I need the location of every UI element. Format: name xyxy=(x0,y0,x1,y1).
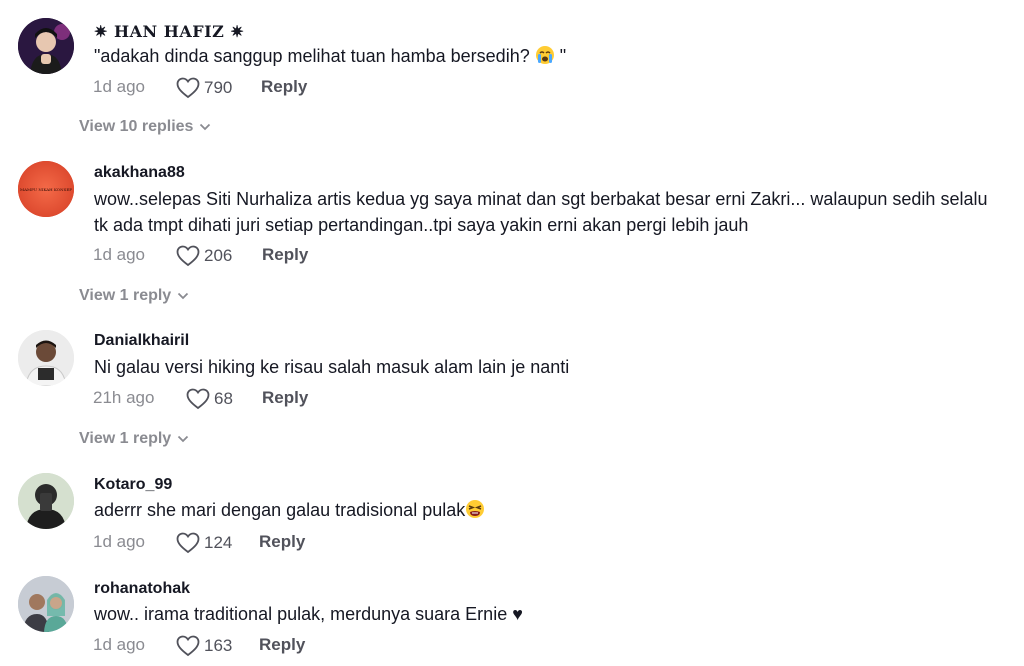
reply-button[interactable]: Reply xyxy=(259,532,305,552)
like-button[interactable]: 163 xyxy=(176,635,232,657)
comment-text: "adakah dinda sanggup melihat tuan hamba… xyxy=(94,43,1004,72)
like-count: 790 xyxy=(204,78,233,97)
like-count: 163 xyxy=(204,636,233,655)
like-button[interactable]: 790 xyxy=(176,77,232,99)
view-replies-label: View 1 reply xyxy=(79,430,172,447)
like-count: 124 xyxy=(204,533,233,552)
view-replies-label: View 10 replies xyxy=(79,118,194,135)
heart-outline-icon xyxy=(186,388,210,410)
heart-outline-icon xyxy=(176,77,200,99)
crying-face-emoji-icon xyxy=(535,45,555,72)
reply-button[interactable]: Reply xyxy=(261,77,307,97)
comment-time: 1d ago xyxy=(93,245,145,264)
avatar[interactable]: MAMPU NIKAH KONSEP xyxy=(18,161,74,217)
heart-outline-icon xyxy=(176,245,200,267)
comment-time: 21h ago xyxy=(93,388,155,407)
comment-text: aderrr she mari dengan galau tradisional… xyxy=(94,497,1004,526)
chevron-down-icon xyxy=(200,123,211,131)
comment-time: 1d ago xyxy=(93,635,145,654)
comment-text-tail: " xyxy=(554,46,567,66)
like-count: 206 xyxy=(204,246,233,265)
like-button[interactable]: 206 xyxy=(176,245,232,267)
avatar[interactable] xyxy=(18,330,74,386)
comment-text-body: "adakah dinda sanggup melihat tuan hamba… xyxy=(94,46,535,66)
avatar[interactable] xyxy=(18,473,74,529)
chevron-down-icon xyxy=(178,292,189,300)
reply-button[interactable]: Reply xyxy=(259,635,305,655)
comment-text: Ni galau versi hiking ke risau salah mas… xyxy=(94,357,570,377)
chevron-down-icon xyxy=(178,435,189,443)
comment-text-body: aderrr she mari dengan galau tradisional… xyxy=(94,500,466,520)
comment-username[interactable]: Danialkhairil xyxy=(94,332,189,350)
comment-username[interactable]: rohanatohak xyxy=(94,580,190,598)
comment-time: 1d ago xyxy=(93,532,145,551)
heart-outline-icon xyxy=(176,532,200,554)
comment-text: wow.. irama traditional pulak, merdunya … xyxy=(94,604,523,624)
avatar[interactable] xyxy=(18,18,74,74)
comment-username[interactable]: Kotaro_99 xyxy=(94,476,172,494)
like-count: 68 xyxy=(214,389,233,408)
comment-time: 1d ago xyxy=(93,77,145,96)
heart-outline-icon xyxy=(176,635,200,657)
like-button[interactable]: 124 xyxy=(176,532,232,554)
view-replies-button[interactable]: View 1 reply xyxy=(79,287,189,305)
tired-face-emoji-icon xyxy=(465,499,485,526)
view-replies-button[interactable]: View 10 replies xyxy=(79,118,211,136)
like-button[interactable]: 68 xyxy=(186,388,233,410)
avatar[interactable] xyxy=(18,576,74,632)
reply-button[interactable]: Reply xyxy=(262,388,308,408)
reply-button[interactable]: Reply xyxy=(262,245,308,265)
avatar-brand-text: MAMPU NIKAH KONSEP xyxy=(20,187,72,192)
view-replies-label: View 1 reply xyxy=(79,287,172,304)
comment-text: wow..selepas Siti Nurhaliza artis kedua … xyxy=(94,189,988,235)
view-replies-button[interactable]: View 1 reply xyxy=(79,430,189,448)
comment-username[interactable]: ✷ HAN HAFIZ ✷ xyxy=(94,22,244,41)
comment-username[interactable]: akakhana88 xyxy=(94,164,185,182)
